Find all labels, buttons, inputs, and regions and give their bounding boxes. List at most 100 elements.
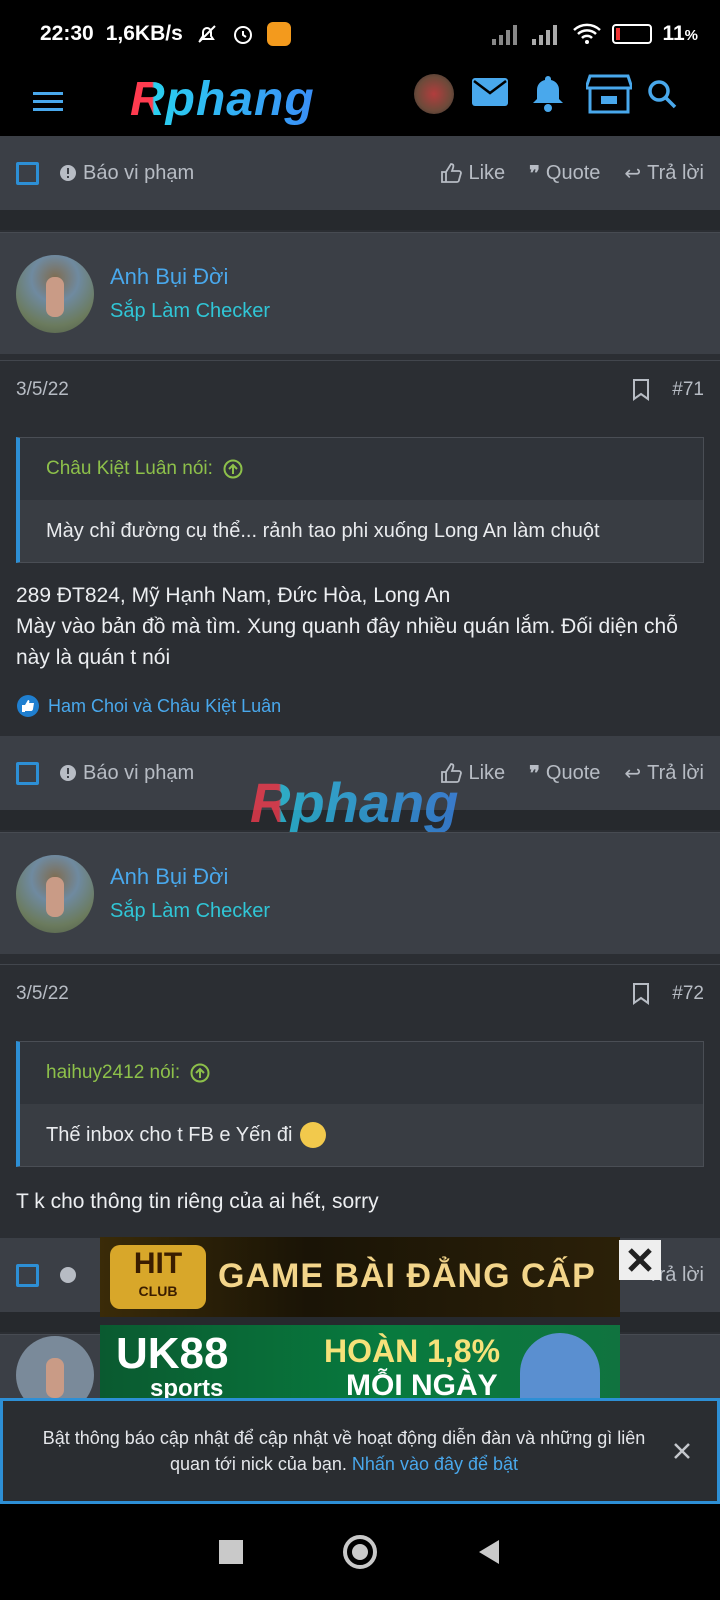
close-ad-button[interactable] — [619, 1240, 661, 1280]
quote-text: Mày chỉ đường cụ thể... rảnh tao phi xuố… — [20, 500, 703, 562]
reply-label: Trả lời — [647, 161, 704, 184]
system-nav-bar — [0, 1504, 720, 1600]
post-separator — [0, 210, 720, 230]
signal-icon — [492, 25, 518, 45]
quote-icon: ❞ — [529, 162, 540, 185]
select-checkbox[interactable] — [16, 761, 39, 785]
post-date[interactable]: 3/5/22 — [16, 983, 69, 1005]
report-icon — [60, 165, 76, 181]
quote-label: Quote — [545, 161, 601, 184]
enable-notifications-link[interactable]: Nhấn vào đây để bật — [352, 1454, 518, 1474]
post-user-card: Anh Bụi Đời Sắp Làm Checker — [0, 232, 720, 354]
signal-2-icon — [532, 25, 558, 45]
avatar[interactable] — [16, 254, 94, 333]
reply-icon: ↩ — [624, 762, 642, 785]
quote-block: haihuy2412 nói: Thế inbox cho t FB e Yến… — [16, 1041, 704, 1167]
reply-button[interactable]: ↩Trả lời — [624, 761, 704, 786]
quote-header[interactable]: Châu Kiệt Luân nói: — [20, 438, 703, 500]
post-action-bar: Báo vi phạm Like ❞ Quote ↩ Trả lời — [0, 136, 720, 210]
arrow-up-circle-icon — [190, 1063, 210, 1083]
ad-brand-sub: CLUB — [138, 1283, 178, 1299]
post-body-line: 289 ĐT824, Mỹ Hạnh Nam, Đức Hòa, Long An — [16, 584, 451, 607]
quote-body: Thế inbox cho t FB e Yến đi — [20, 1104, 703, 1166]
thumbs-up-reaction-icon — [17, 695, 39, 717]
report-icon — [60, 1267, 76, 1283]
quote-button[interactable]: ❞ Quote — [529, 161, 600, 186]
report-button[interactable]: Báo vi phạm — [59, 762, 194, 785]
push-notification-prompt: Bật thông báo cập nhật để cập nhật về ho… — [0, 1398, 720, 1504]
post-user-card: Anh Bụi Đời Sắp Làm Checker — [0, 832, 720, 954]
quote-author: Châu Kiệt Luân nói: — [46, 458, 213, 479]
post-body-line: Mày vào bản đồ mà tìm. Xung quanh đây nh… — [16, 615, 678, 669]
report-icon — [60, 765, 76, 781]
home-button[interactable] — [343, 1535, 377, 1569]
back-button[interactable] — [477, 1539, 501, 1565]
avatar[interactable] — [16, 854, 94, 933]
ad-logo: HIT CLUB — [110, 1245, 206, 1309]
reply-button[interactable]: ↩Trả lời — [624, 161, 704, 186]
ad-brand: HIT — [133, 1247, 183, 1280]
battery-level: 11% — [662, 22, 698, 45]
thinking-emoji-icon — [300, 1122, 327, 1148]
quote-label: Quote — [545, 761, 601, 784]
bookmark-icon[interactable] — [632, 378, 650, 401]
report-button[interactable] — [59, 1266, 77, 1284]
reply-icon: ↩ — [624, 162, 642, 185]
close-icon — [628, 1248, 652, 1272]
user-title: Sắp Làm Checker — [110, 900, 271, 922]
site-logo[interactable]: Rphang — [130, 72, 315, 127]
wifi-icon — [573, 23, 602, 44]
app-root: 22:30 1,6KB/s 11% Rphang Báo vi phạm Lik… — [0, 0, 720, 1600]
post-number[interactable]: #72 — [672, 983, 704, 1005]
store-icon[interactable] — [586, 74, 632, 114]
menu-icon[interactable] — [33, 82, 65, 122]
report-button[interactable]: Báo vi phạm — [59, 162, 194, 185]
notification-text-block: Bật thông báo cập nhật để cập nhật về ho… — [29, 1425, 659, 1477]
ad-player-image — [520, 1333, 600, 1405]
ad-text: HOÀN 1,8% — [324, 1333, 501, 1369]
select-checkbox[interactable] — [16, 161, 39, 185]
search-icon[interactable] — [646, 78, 678, 110]
username[interactable]: Anh Bụi Đời — [110, 864, 270, 890]
watermark-logo: Rphang — [250, 771, 459, 834]
quote-header[interactable]: haihuy2412 nói: — [20, 1042, 703, 1104]
app-notify-icon — [266, 22, 291, 46]
post-body-line: T k cho thông tin riêng của ai hết, sorr… — [16, 1190, 379, 1213]
ad-brand: UK88 — [116, 1329, 229, 1378]
post-date[interactable]: 3/5/22 — [16, 379, 69, 401]
like-label: Like — [468, 761, 506, 784]
post-number[interactable]: #71 — [672, 379, 704, 401]
avatar[interactable] — [414, 74, 454, 114]
username[interactable]: Anh Bụi Đời — [110, 264, 270, 290]
quote-button[interactable]: ❞ Quote — [529, 761, 600, 786]
reply-label: Trả lời — [647, 761, 704, 784]
status-net-speed: 1,6KB/s — [105, 22, 183, 45]
user-title: Sắp Làm Checker — [110, 300, 271, 322]
status-time: 22:30 — [40, 22, 94, 45]
close-icon[interactable] — [673, 1442, 691, 1460]
report-label: Báo vi phạm — [83, 761, 195, 784]
notification-text: Bật thông báo cập nhật để cập nhật về ho… — [42, 1428, 646, 1474]
recents-button[interactable] — [219, 1540, 243, 1564]
ad-banner-hitclub[interactable]: HIT CLUB GAME BÀI ĐẲNG CẤP — [100, 1237, 620, 1317]
post-meta: 3/5/22 #71 — [0, 360, 720, 418]
reactions[interactable]: Ham Choi và Châu Kiệt Luân — [16, 694, 281, 718]
app-bar: Rphang — [0, 68, 720, 136]
quote-author: haihuy2412 nói: — [46, 1062, 181, 1083]
mail-icon[interactable] — [472, 78, 508, 108]
bookmark-icon[interactable] — [632, 982, 650, 1005]
like-icon — [441, 163, 463, 183]
select-checkbox[interactable] — [16, 1263, 39, 1287]
post-body: 289 ĐT824, Mỹ Hạnh Nam, Đức Hòa, Long An… — [16, 580, 706, 673]
like-button[interactable]: Like — [440, 162, 505, 185]
arrow-up-circle-icon — [223, 459, 243, 479]
quote-block: Châu Kiệt Luân nói: Mày chỉ đường cụ thể… — [16, 437, 704, 563]
status-bar: 22:30 1,6KB/s 11% — [0, 0, 720, 68]
bell-icon[interactable] — [531, 74, 565, 112]
report-label: Báo vi phạm — [83, 161, 195, 184]
post-body: T k cho thông tin riêng của ai hết, sorr… — [16, 1186, 706, 1217]
quote-text: Thế inbox cho t FB e Yến đi — [46, 1123, 293, 1146]
ad-text: GAME BÀI ĐẲNG CẤP — [218, 1257, 596, 1295]
alarm-icon — [233, 26, 252, 44]
ad-banner-uk88[interactable]: UK88 sports HOÀN 1,8% MỖI NGÀY — [100, 1325, 620, 1405]
